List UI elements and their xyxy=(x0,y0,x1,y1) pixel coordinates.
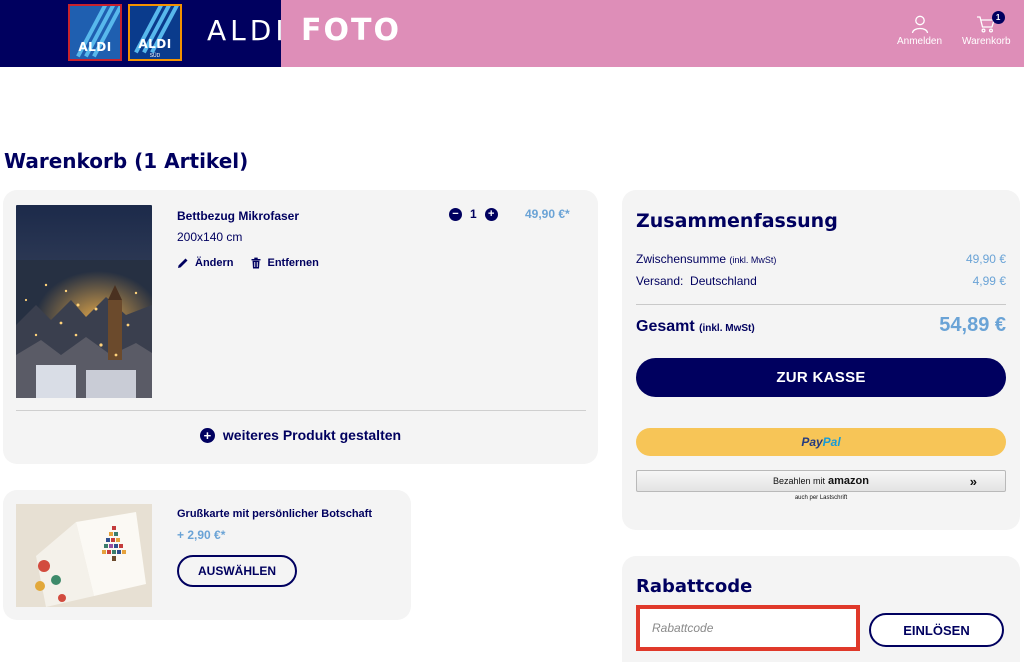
coupon-input-highlight xyxy=(636,605,860,651)
cart-button[interactable]: 1 Warenkorb xyxy=(962,11,1011,47)
cart-label: Warenkorb xyxy=(962,36,1011,47)
coupon-section: Rabattcode EINLÖSEN xyxy=(622,556,1020,662)
user-icon xyxy=(911,15,928,34)
shipping-label: Versand: Deutschland xyxy=(636,274,757,288)
cart-count-badge: 1 xyxy=(991,11,1005,24)
checkout-button[interactable]: ZUR KASSE xyxy=(636,358,1006,397)
greeting-card-photo xyxy=(16,504,152,607)
subtotal-value: 49,90 € xyxy=(965,252,1006,266)
decrease-quantity-icon[interactable]: − xyxy=(449,207,462,221)
coupon-code-input[interactable] xyxy=(640,609,856,647)
greeting-card-price: + 2,90 €* xyxy=(177,528,226,542)
login-label: Anmelden xyxy=(897,36,943,47)
brand-name: ALDI xyxy=(207,14,288,47)
summary-divider xyxy=(636,304,1006,305)
trash-icon xyxy=(251,257,260,269)
order-summary: Zusammenfassung Zwischensumme (inkl. MwS… xyxy=(622,190,1020,530)
quantity-value: 1 xyxy=(470,207,477,221)
subtotal-note: (inkl. MwSt) xyxy=(729,255,777,265)
section-name: FOTO xyxy=(301,13,401,48)
total-value: 54,89 € xyxy=(939,314,1006,336)
page-title: Warenkorb (1 Artikel) xyxy=(4,149,249,173)
paypal-logo-part1: Pay xyxy=(801,435,823,449)
summary-title: Zusammenfassung xyxy=(636,210,838,232)
pencil-icon xyxy=(178,258,188,268)
greeting-card-title: Grußkarte mit persönlicher Botschaft xyxy=(177,508,372,520)
divider xyxy=(16,410,586,411)
redeem-coupon-button[interactable]: EINLÖSEN xyxy=(869,613,1004,647)
product-actions: Ändern Entfernen xyxy=(177,257,319,269)
header-section-area: FOTO Anmelden 1 Warenkorb xyxy=(281,0,1024,67)
paypal-button[interactable]: Pay Pal xyxy=(636,428,1006,456)
site-header: ALDI ALDI SÜD ALDI FOTO Anmelden 1 Waren… xyxy=(0,0,1024,67)
logo-text: ALDI xyxy=(138,37,172,51)
shipping-value: 4,99 € xyxy=(972,274,1006,288)
total-label: Gesamt xyxy=(636,318,695,335)
amazon-pay-note: auch per Lastschrift xyxy=(794,495,848,501)
total-note: (inkl. MwSt) xyxy=(699,323,755,334)
select-greeting-card-button[interactable]: AUSWÄHLEN xyxy=(177,555,297,587)
coupon-title: Rabattcode xyxy=(636,576,753,597)
subtotal-row: Zwischensumme (inkl. MwSt) 49,90 € xyxy=(636,252,1006,266)
logo-subtext: SÜD xyxy=(149,53,161,59)
total-row: Gesamt (inkl. MwSt) 54,89 € xyxy=(636,314,1006,337)
plus-circle-icon: + xyxy=(199,427,215,443)
amazon-pay-button[interactable]: Bezahlen mit amazon » xyxy=(636,470,1006,492)
product-size: 200x140 cm xyxy=(177,230,243,244)
greeting-card-offer: Grußkarte mit persönlicher Botschaft + 2… xyxy=(3,490,411,620)
shipping-row: Versand: Deutschland 4,99 € xyxy=(636,274,1006,288)
subtotal-label: Zwischensumme xyxy=(636,252,727,266)
double-chevron-right-icon: » xyxy=(969,473,977,489)
header-brand-area: ALDI ALDI SÜD ALDI xyxy=(0,0,284,67)
edit-label: Ändern xyxy=(195,257,234,269)
add-product-button[interactable]: + weiteres Produkt gestalten xyxy=(3,427,598,443)
quantity-stepper: − 1 + xyxy=(449,207,498,221)
cart-item-card: Bettbezug Mikrofaser 200x140 cm Ändern E… xyxy=(3,190,598,464)
logo-text: ALDI xyxy=(78,40,112,54)
edit-product-button[interactable]: Ändern xyxy=(177,257,234,269)
add-product-label: weiteres Produkt gestalten xyxy=(222,427,402,443)
product-photo xyxy=(16,205,152,398)
amazon-pay-prefix: Bezahlen mit xyxy=(773,476,826,486)
greeting-card-image xyxy=(16,504,152,607)
product-price: 49,90 €* xyxy=(525,207,570,221)
aldi-sued-logo[interactable]: ALDI SÜD xyxy=(128,4,182,61)
login-button[interactable]: Anmelden xyxy=(897,14,942,47)
increase-quantity-icon[interactable]: + xyxy=(484,207,498,221)
product-name[interactable]: Bettbezug Mikrofaser xyxy=(177,209,299,223)
paypal-logo-part2: Pal xyxy=(822,435,841,449)
aldi-nord-logo[interactable]: ALDI xyxy=(68,4,122,61)
remove-label: Entfernen xyxy=(267,257,319,269)
product-image[interactable] xyxy=(16,205,152,398)
remove-product-button[interactable]: Entfernen xyxy=(250,257,319,269)
amazon-logo: amazon xyxy=(828,475,869,487)
